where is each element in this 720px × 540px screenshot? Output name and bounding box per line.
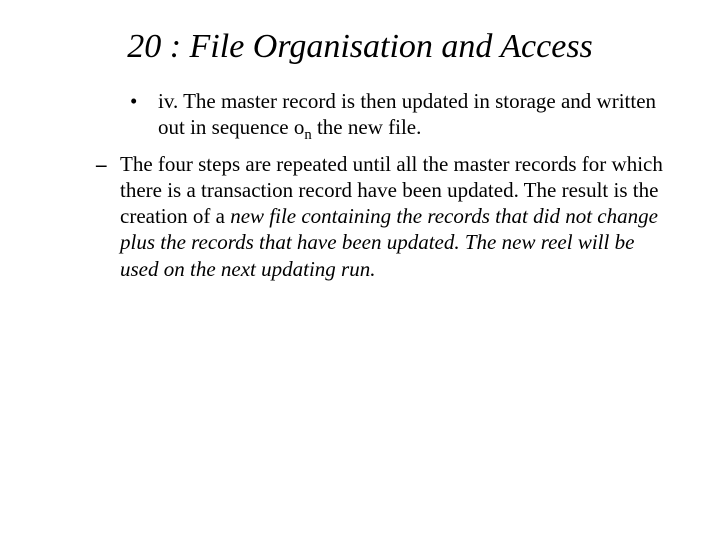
subscript: n	[304, 127, 311, 143]
list-item: – The four steps are repeated until all …	[48, 151, 672, 282]
text-run: the new file.	[312, 115, 422, 139]
body-text: iv. The master record is then updated in…	[158, 88, 672, 141]
dash-icon: –	[96, 151, 107, 177]
bullet-icon: •	[130, 88, 137, 114]
slide-body: • iv. The master record is then updated …	[48, 88, 672, 282]
list-item: • iv. The master record is then updated …	[48, 88, 672, 141]
slide-title: 20 : File Organisation and Access	[48, 28, 672, 66]
body-text: The four steps are repeated until all th…	[120, 151, 672, 282]
slide: 20 : File Organisation and Access • iv. …	[0, 0, 720, 540]
